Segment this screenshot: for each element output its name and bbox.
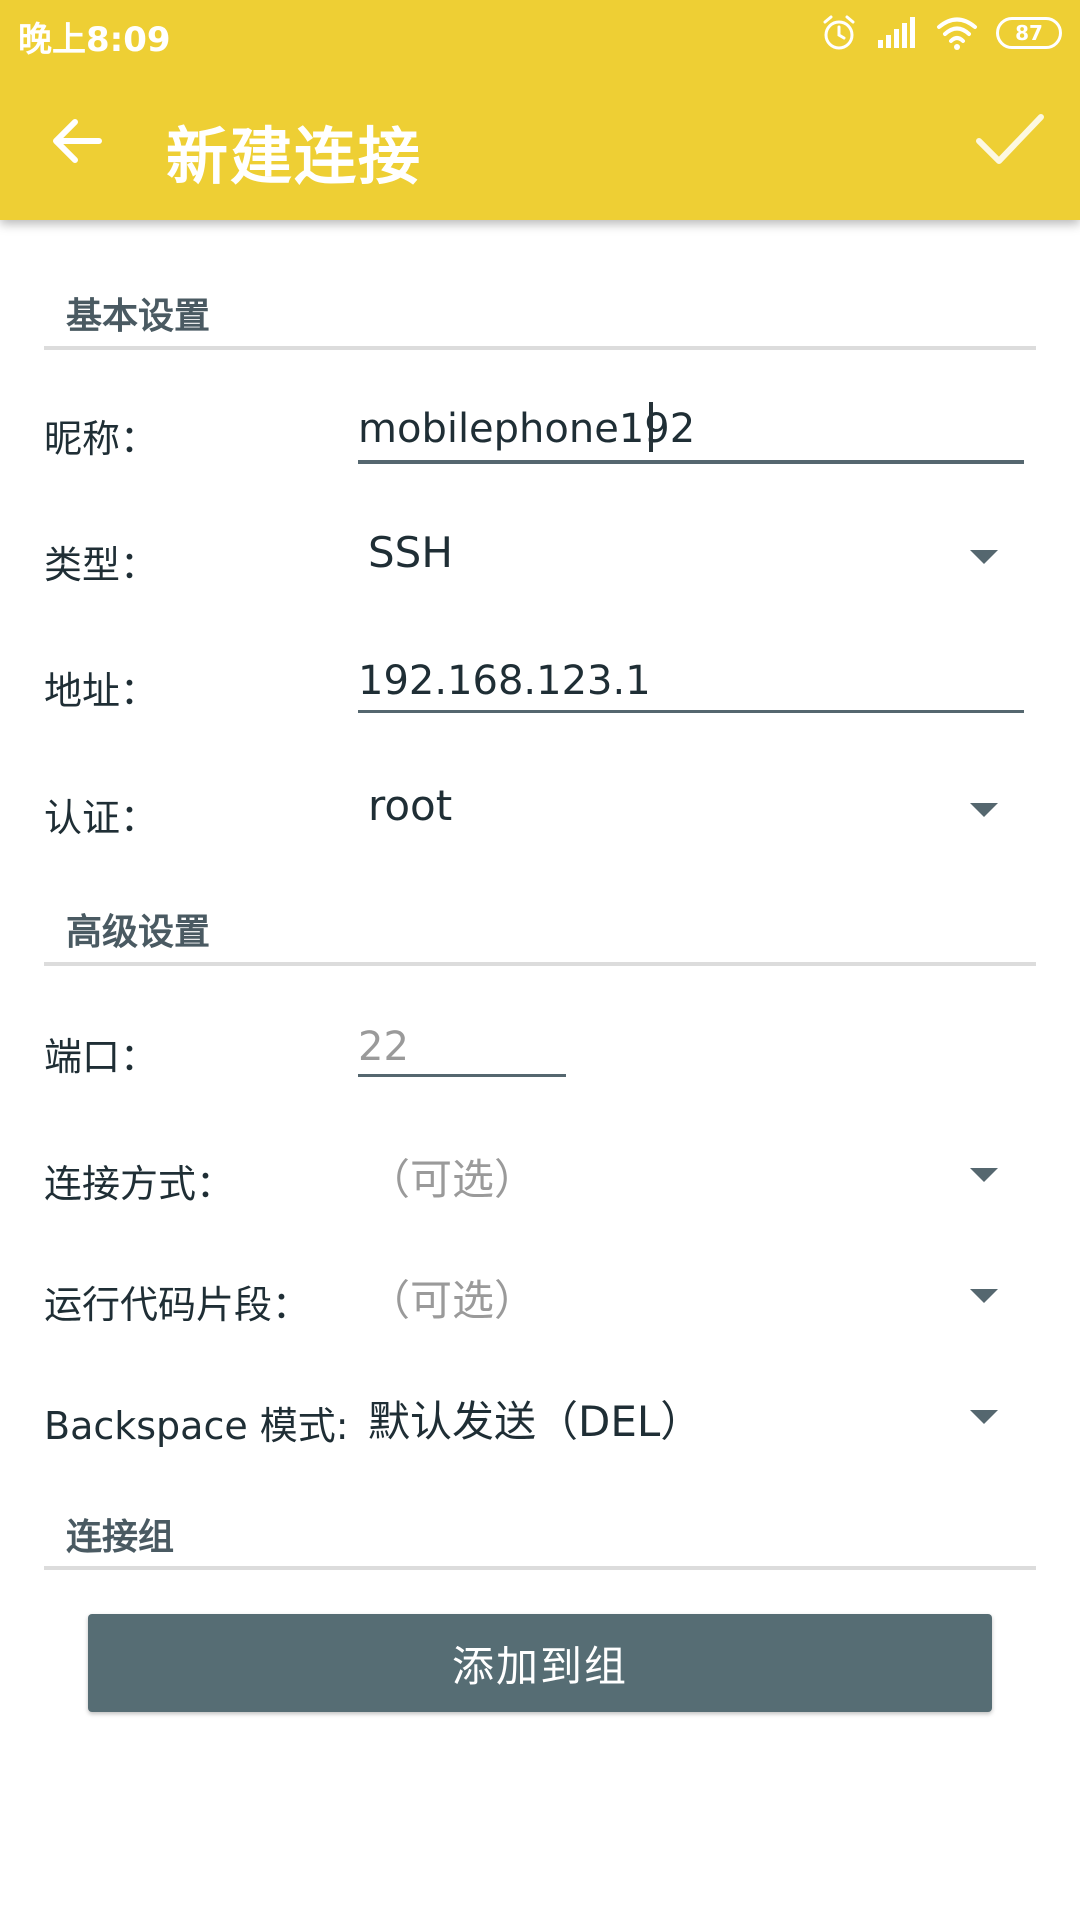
conn-method-label: 连接方式： (44, 1162, 235, 1206)
app-bar: 新建连接 (0, 66, 1080, 220)
auth-select-value: root (368, 781, 453, 830)
snippet-select-value: （可选） (368, 1276, 537, 1325)
chevron-down-icon (970, 550, 998, 564)
confirm-button[interactable] (964, 96, 1054, 186)
check-icon (973, 111, 1045, 171)
top-bar: 晚上8:09 87 新建连接 (0, 0, 1080, 220)
status-time: 晚上8:09 (18, 20, 171, 60)
nickname-input[interactable]: mobilephone192 (358, 406, 695, 452)
add-to-group-button[interactable]: 添加到组 (88, 1614, 992, 1712)
section-divider (44, 962, 1036, 966)
section-advanced-settings: 高级设置 (66, 912, 211, 953)
type-select-value: SSH (368, 528, 453, 577)
chevron-down-icon (970, 1168, 998, 1182)
battery-icon: 87 (996, 17, 1062, 49)
snippet-select[interactable]: （可选） (358, 1255, 1008, 1335)
nickname-label: 昵称： (44, 417, 159, 461)
section-connection-group: 连接组 (66, 1517, 175, 1558)
section-divider (44, 346, 1036, 350)
back-button[interactable] (38, 104, 116, 182)
nickname-underline (358, 460, 1024, 464)
signal-icon (876, 16, 918, 50)
status-bar: 晚上8:09 87 (0, 0, 1080, 66)
conn-method-select-value: （可选） (368, 1155, 537, 1204)
port-underline (358, 1074, 566, 1077)
snippet-label: 运行代码片段： (44, 1283, 311, 1327)
page-title: 新建连接 (166, 120, 423, 193)
address-label: 地址： (44, 669, 159, 713)
chevron-down-icon (970, 1410, 998, 1424)
arrow-left-icon (51, 118, 103, 168)
backspace-select-value: 默认发送（DEL） (368, 1397, 703, 1446)
text-caret (649, 402, 653, 452)
backspace-label: Backspace 模式: (44, 1404, 349, 1448)
section-basic-settings: 基本设置 (66, 296, 211, 337)
section-divider (44, 1566, 1036, 1570)
address-input[interactable]: 192.168.123.1 (358, 658, 651, 704)
type-label: 类型： (44, 543, 159, 587)
address-underline (358, 710, 1024, 713)
port-input[interactable]: 22 (358, 1024, 409, 1070)
auth-select[interactable]: root (358, 769, 1008, 849)
auth-label: 认证： (44, 796, 159, 840)
chevron-down-icon (970, 1289, 998, 1303)
chevron-down-icon (970, 803, 998, 817)
backspace-select[interactable]: 默认发送（DEL） (358, 1376, 1008, 1456)
status-icons: 87 (820, 14, 1062, 52)
wifi-icon (936, 16, 978, 50)
alarm-icon (820, 14, 858, 52)
type-select[interactable]: SSH (358, 516, 1008, 596)
conn-method-select[interactable]: （可选） (358, 1134, 1008, 1214)
port-label: 端口： (44, 1035, 159, 1079)
